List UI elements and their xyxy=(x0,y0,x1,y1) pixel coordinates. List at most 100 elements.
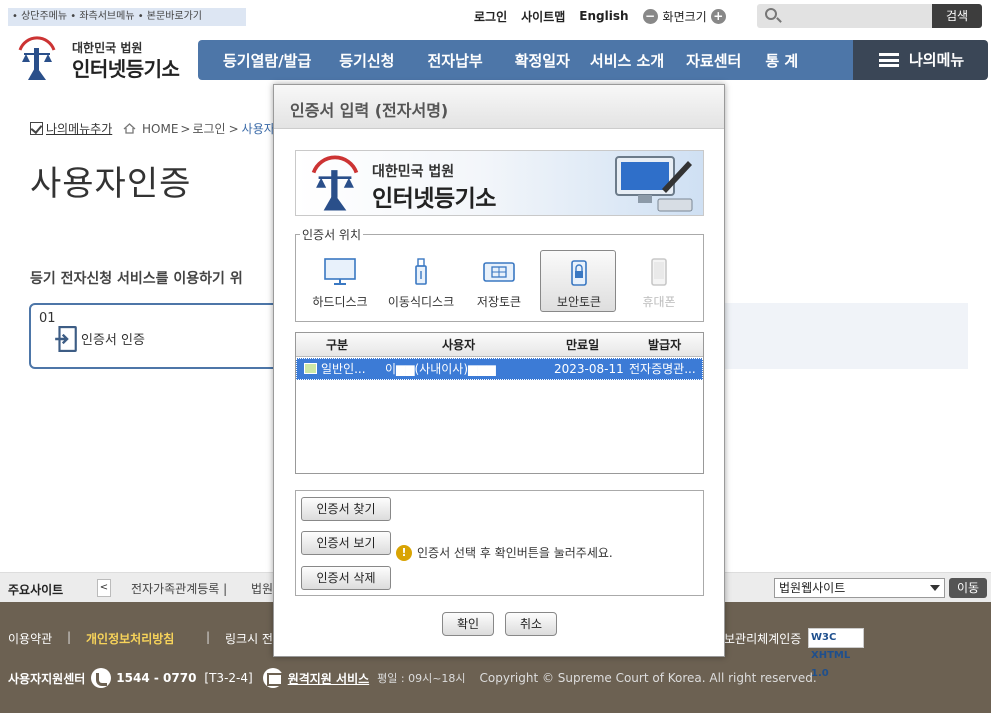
prev-site-button[interactable]: < xyxy=(97,579,111,597)
breadcrumb: HOME > 로그인 > 사용자인 xyxy=(123,120,286,137)
dialog-title: 인증서 입력 (전자서명) xyxy=(290,101,449,120)
english-link[interactable]: English xyxy=(579,9,628,23)
banner-title: 인터넷등기소 xyxy=(372,186,496,212)
device-removable-disk[interactable]: 이동식디스크 xyxy=(383,251,459,311)
usb-icon xyxy=(415,258,427,285)
device-label: 저장토큰 xyxy=(476,295,522,309)
support-phone: 1544 - 0770 xyxy=(116,671,197,685)
page-title: 사용자인증 xyxy=(30,164,192,204)
court-emblem-icon xyxy=(18,36,56,80)
skip-links[interactable]: • 상단주메뉴 • 좌측서브메뉴 • 본문바로가기 xyxy=(8,8,246,26)
cell-issuer: 전자증명관... xyxy=(629,362,696,376)
breadcrumb-separator: > xyxy=(228,121,239,136)
find-certificate-button[interactable]: 인증서 찾기 xyxy=(301,497,391,521)
search-icon xyxy=(765,8,777,20)
nav-item-data-center[interactable]: 자료센터 xyxy=(686,50,741,71)
step-box: 01 인증서 인증 xyxy=(29,303,279,369)
font-size-label: 화면크기 xyxy=(662,9,707,24)
logo-title: 인터넷등기소 xyxy=(72,57,180,81)
privacy-link[interactable]: 개인정보처리방침 xyxy=(86,630,174,647)
breadcrumb-login[interactable]: 로그인 xyxy=(192,120,225,137)
cell-type: 일반인... xyxy=(321,362,366,376)
nav-item-registry-view[interactable]: 등기열람/발급 xyxy=(223,50,311,71)
major-sites-label: 주요사이트 xyxy=(8,583,64,597)
monitor-icon xyxy=(262,668,283,688)
terms-link[interactable]: 이용약관 xyxy=(8,630,52,647)
w3c-xhtml-badge: W3C XHTML 1.0 xyxy=(808,628,864,679)
step-progress-band xyxy=(700,303,968,369)
nav-item-e-payment[interactable]: 전자납부 xyxy=(427,50,482,71)
site-link-court[interactable]: 법원 xyxy=(251,580,273,597)
column-type: 구분 xyxy=(326,338,349,352)
secure-token-icon xyxy=(571,260,587,286)
add-my-menu-label: 나의메뉴추가 xyxy=(46,122,113,136)
nav-item-statistics[interactable]: 통 계 xyxy=(765,50,798,71)
phone-icon xyxy=(91,668,112,688)
main-nav: 등기열람/발급 등기신청 전자납부 확정일자 서비스 소개 자료센터 통 계 xyxy=(198,40,854,80)
device-mobile-phone: 휴대폰 xyxy=(621,251,697,311)
column-user: 사용자 xyxy=(442,338,476,352)
zoom-out-icon[interactable]: − xyxy=(642,8,658,24)
login-icon xyxy=(55,326,77,352)
device-label: 휴대폰 xyxy=(642,295,676,309)
breadcrumb-home[interactable]: HOME xyxy=(142,122,178,136)
search-button[interactable]: 검색 xyxy=(932,4,982,28)
site-link-family-registry[interactable]: 전자가족관계등록 | xyxy=(131,580,227,597)
nav-item-registry-apply[interactable]: 등기신청 xyxy=(339,50,394,71)
cell-expiry: 2023-08-11 xyxy=(554,362,624,376)
breadcrumb-separator: > xyxy=(180,121,191,136)
support-hours: 평일 : 09시~18시 xyxy=(377,672,466,685)
search-input[interactable] xyxy=(757,4,932,28)
copyright: Copyright © Supreme Court of Korea. All … xyxy=(479,671,817,685)
banner-subtitle: 대한민국 법원 xyxy=(372,164,455,180)
zoom-in-icon[interactable]: + xyxy=(710,8,726,24)
court-sites-value: 법원웹사이트 xyxy=(779,581,846,595)
column-expiry: 만료일 xyxy=(566,338,600,352)
cancel-button[interactable]: 취소 xyxy=(505,612,557,636)
cell-user: 이▆▆(사내이사)▆▆▆ xyxy=(385,362,496,376)
instruction-message: ! 인증서 선택 후 확인버튼을 눌러주세요. xyxy=(396,544,613,561)
support-info: 사용자지원센터 1544 - 0770 [T3-2-4] 원격지원 서비스 평일… xyxy=(8,668,817,688)
sitemap-link[interactable]: 사이트맵 xyxy=(521,8,565,25)
login-link[interactable]: 로그인 xyxy=(474,8,507,25)
court-sites-select[interactable]: 법원웹사이트 xyxy=(774,578,945,598)
device-storage-token[interactable]: 저장토큰 xyxy=(461,251,537,311)
phone-code: [T3-2-4] xyxy=(204,671,253,685)
site-logo[interactable]: 대한민국 법원 인터넷등기소 xyxy=(14,32,184,84)
footer-separator: | xyxy=(206,630,211,644)
cert-location-group: 인증서 위치 하드디스크 이동식디스크 저장토큰 보안토큰 휴대폰 xyxy=(295,226,704,322)
computer-icon xyxy=(615,156,693,212)
nav-item-fixed-date[interactable]: 확정일자 xyxy=(515,50,570,71)
my-menu-button[interactable]: 나의메뉴 xyxy=(853,40,988,80)
top-links: 로그인 사이트맵 English − 화면크기 + xyxy=(474,6,754,26)
device-hard-disk[interactable]: 하드디스크 xyxy=(302,251,378,311)
table-header: 구분 사용자 만료일 발급자 xyxy=(296,333,703,357)
security-cert-link[interactable]: 보관리체계인증 xyxy=(724,630,801,647)
go-button[interactable]: 이동 xyxy=(949,578,987,598)
device-security-token[interactable]: 보안토큰 xyxy=(540,250,616,312)
certificate-dialog: 인증서 입력 (전자서명) 대한민국 법원 인터넷등기소 인증서 위치 하드디스… xyxy=(273,84,725,657)
support-center-label: 사용자지원센터 xyxy=(8,671,86,686)
table-row[interactable]: 일반인... 이▆▆(사내이사)▆▆▆ 2023-08-11 전자증명관... xyxy=(296,358,703,380)
intro-text: 등기 전자신청 서비스를 이용하기 위 xyxy=(30,271,243,287)
font-size-control: − 화면크기 + xyxy=(642,8,740,25)
certificate-actions: 인증서 찾기 인증서 보기 인증서 삭제 ! 인증서 선택 후 확인버튼을 눌러… xyxy=(295,490,704,596)
dialog-banner: 대한민국 법원 인터넷등기소 xyxy=(295,150,704,216)
add-my-menu[interactable]: 나의메뉴추가 xyxy=(30,120,112,137)
delete-certificate-button[interactable]: 인증서 삭제 xyxy=(301,566,391,590)
device-label: 하드디스크 xyxy=(312,295,368,309)
confirm-button[interactable]: 확인 xyxy=(442,612,494,636)
remote-support-link[interactable]: 원격지원 서비스 xyxy=(288,670,369,687)
checkbox-icon xyxy=(30,122,43,135)
home-icon xyxy=(123,123,136,134)
hamburger-icon xyxy=(879,53,899,67)
footer-separator: | xyxy=(67,630,72,644)
step-arrow-icon xyxy=(940,303,968,369)
certificate-table: 구분 사용자 만료일 발급자 일반인... 이▆▆(사내이사)▆▆▆ 2023-… xyxy=(295,332,704,474)
step-label: 인증서 인증 xyxy=(81,333,145,348)
phone-icon xyxy=(651,258,667,286)
nav-item-service-intro[interactable]: 서비스 소개 xyxy=(590,50,664,71)
device-label: 보안토큰 xyxy=(556,295,602,309)
instruction-text: 인증서 선택 후 확인버튼을 눌러주세요. xyxy=(417,546,613,560)
view-certificate-button[interactable]: 인증서 보기 xyxy=(301,531,391,555)
